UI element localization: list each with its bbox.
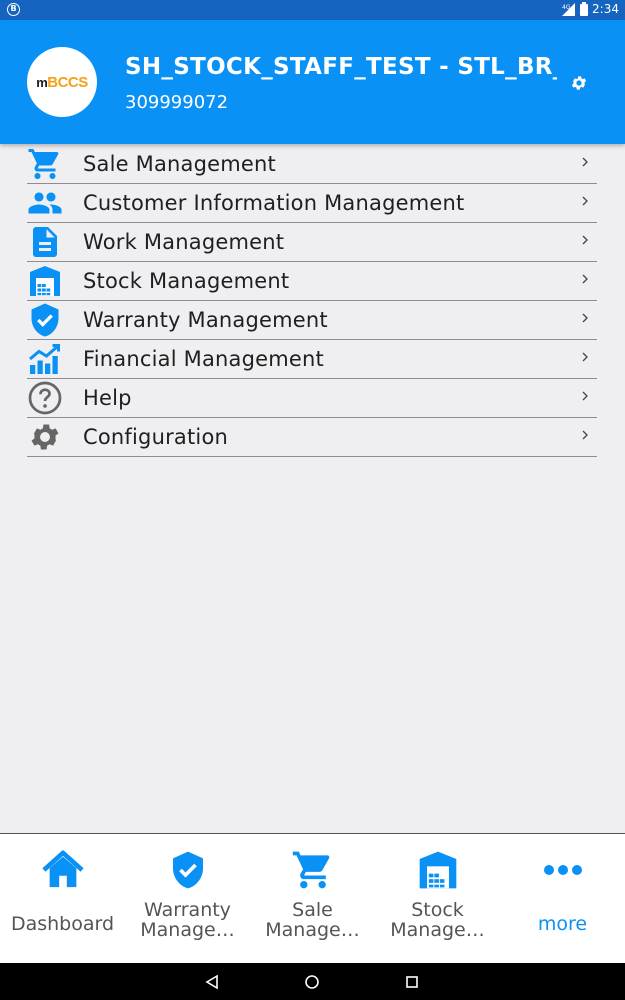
nav-label-line2: Manage… <box>140 919 235 941</box>
chevron-right-icon <box>582 196 588 206</box>
bottom-navigation: Dashboard Warranty Manage… Sale Manage… St… <box>0 833 625 963</box>
chevron-right-icon <box>582 274 588 284</box>
status-bar: B 4G 2:34 <box>0 0 625 20</box>
user-name: SH_STOCK_STAFF_TEST - STL_BR_ <box>125 54 557 80</box>
back-button[interactable] <box>202 972 222 992</box>
settings-button[interactable] <box>567 71 591 95</box>
battery-icon <box>580 2 589 16</box>
shield-check-icon <box>27 302 63 338</box>
gear-icon <box>571 76 587 90</box>
menu-item-financial-management[interactable]: Financial Management <box>27 340 597 379</box>
nav-label: more <box>537 913 588 935</box>
svg-text:4G: 4G <box>562 4 571 11</box>
home-icon <box>39 848 87 892</box>
menu-item-label: Configuration <box>83 425 229 449</box>
notification-badge-icon: B <box>7 3 20 16</box>
logo-brand: BCCS <box>47 73 88 91</box>
help-icon <box>27 380 63 416</box>
nav-item-dashboard[interactable]: Dashboard <box>0 834 125 963</box>
nav-item-more[interactable]: more <box>500 834 625 963</box>
chart-icon <box>27 341 63 377</box>
home-circle-icon <box>305 975 319 989</box>
chevron-right-icon <box>582 352 588 362</box>
menu-item-warranty-management[interactable]: Warranty Management <box>27 301 597 340</box>
main-menu: Sale Management Customer Information Man… <box>27 145 597 457</box>
nav-item-stock-management[interactable]: Stock Manage… <box>375 834 500 963</box>
nav-item-sale-management[interactable]: Sale Manage… <box>250 834 375 963</box>
menu-item-label: Sale Management <box>83 152 276 176</box>
menu-item-label: Help <box>83 386 132 410</box>
nav-label: Stock Manage… <box>375 900 500 940</box>
chevron-right-icon <box>582 430 588 440</box>
shopping-cart-icon <box>27 146 63 182</box>
chevron-right-icon <box>582 313 588 323</box>
clock: 2:34 <box>592 2 619 16</box>
profile-header: mBCCS SH_STOCK_STAFF_TEST - STL_BR_ 3099… <box>0 20 625 144</box>
nav-label: Warranty Manage… <box>125 900 250 940</box>
user-phone: 309999072 <box>125 92 229 113</box>
system-navigation-bar <box>0 963 625 1000</box>
recents-button[interactable] <box>402 972 422 992</box>
nav-label: Dashboard <box>10 913 115 935</box>
menu-item-stock-management[interactable]: Stock Management <box>27 262 597 301</box>
chevron-right-icon <box>582 391 588 401</box>
signal-icon: 4G <box>562 2 576 16</box>
menu-item-sale-management[interactable]: Sale Management <box>27 145 597 184</box>
nav-label-line2: Manage… <box>265 919 360 941</box>
menu-item-customer-information-management[interactable]: Customer Information Management <box>27 184 597 223</box>
nav-label-line2: Manage… <box>390 919 485 941</box>
back-triangle-icon <box>205 974 218 990</box>
nav-item-warranty-management[interactable]: Warranty Manage… <box>125 834 250 963</box>
gear-icon <box>27 419 63 455</box>
app-logo: mBCCS <box>27 47 97 117</box>
people-icon <box>27 185 63 221</box>
menu-item-help[interactable]: Help <box>27 379 597 418</box>
menu-item-label: Warranty Management <box>83 308 328 332</box>
warehouse-icon <box>27 263 63 299</box>
nav-label: Sale Manage… <box>250 900 375 940</box>
menu-item-label: Stock Management <box>83 269 290 293</box>
menu-item-configuration[interactable]: Configuration <box>27 418 597 457</box>
menu-item-label: Financial Management <box>83 347 324 371</box>
nav-label-line1: Warranty <box>144 899 231 921</box>
home-button[interactable] <box>302 972 322 992</box>
chevron-right-icon <box>582 235 588 245</box>
recents-square-icon <box>406 976 418 988</box>
logo-prefix: m <box>36 74 48 90</box>
menu-item-label: Work Management <box>83 230 285 254</box>
more-icon <box>539 848 587 892</box>
nav-label-line1: Stock <box>411 899 464 921</box>
menu-item-label: Customer Information Management <box>83 191 465 215</box>
chevron-right-icon <box>582 157 588 167</box>
warehouse-icon <box>414 848 462 892</box>
shield-check-icon <box>164 848 212 892</box>
menu-item-work-management[interactable]: Work Management <box>27 223 597 262</box>
document-icon <box>27 224 63 260</box>
shopping-cart-icon <box>289 848 337 892</box>
nav-label-line1: Sale <box>292 899 333 921</box>
